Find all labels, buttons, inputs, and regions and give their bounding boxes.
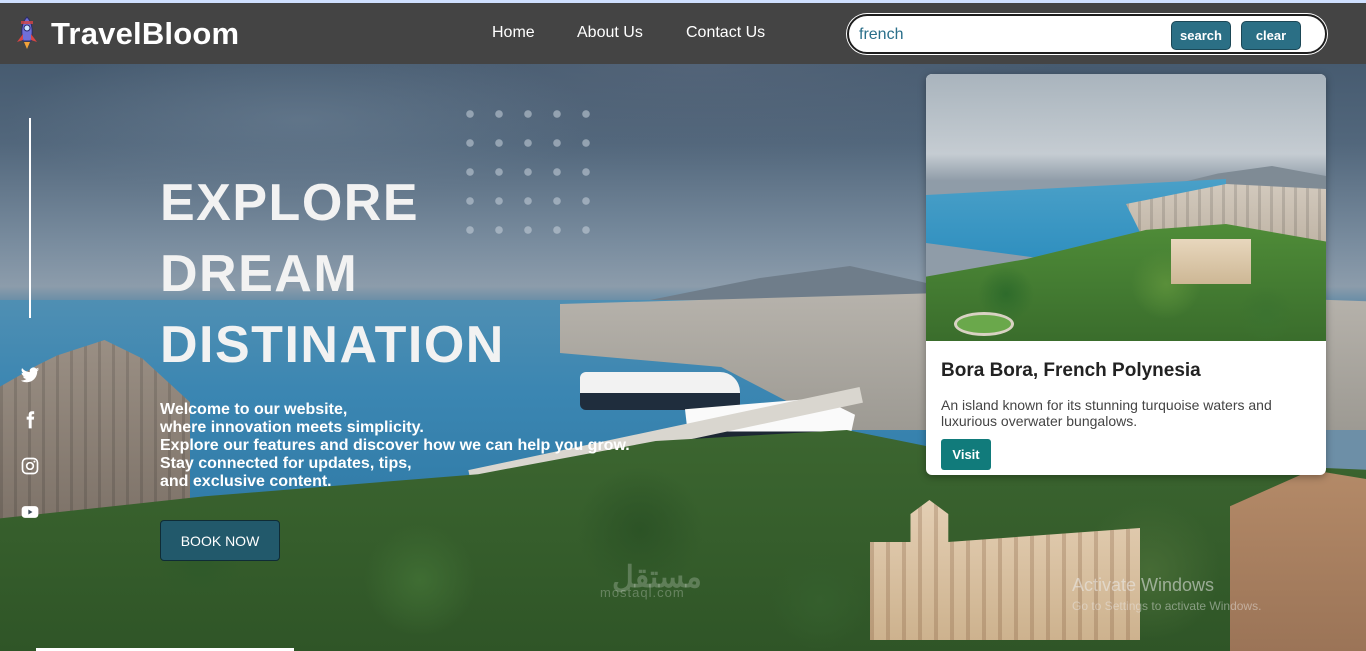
nav-about-link[interactable]: About Us: [577, 24, 643, 42]
destination-result-card: Bora Bora, French Polynesia An island kn…: [926, 74, 1326, 475]
book-now-button[interactable]: BOOK NOW: [160, 520, 280, 561]
nav-contact-link[interactable]: Contact Us: [686, 24, 765, 42]
hero-subtitle-line: Welcome to our website,: [160, 401, 348, 418]
hero-title-line: EXPLORE: [160, 174, 419, 232]
instagram-icon[interactable]: [20, 456, 40, 476]
hero-title-line: DREAM: [160, 245, 359, 303]
destination-title: Bora Bora, French Polynesia: [941, 360, 1201, 381]
clear-button[interactable]: clear: [1241, 21, 1301, 50]
destination-description: An island known for its stunning turquoi…: [941, 397, 1272, 429]
hero-subtitle-line: and exclusive content.: [160, 473, 332, 490]
social-divider-line: [29, 118, 31, 318]
rocket-icon: [17, 16, 37, 49]
mostaql-watermark: mostaql.com: [600, 585, 685, 600]
twitter-icon[interactable]: [20, 365, 40, 385]
facebook-icon[interactable]: [20, 410, 40, 430]
activate-windows-title: Activate Windows: [1072, 575, 1215, 595]
nav-home-link[interactable]: Home: [492, 24, 535, 42]
hero-subtitle-line: where innovation meets simplicity.: [160, 419, 424, 436]
youtube-icon[interactable]: [20, 502, 40, 522]
search-button[interactable]: search: [1171, 21, 1231, 50]
hero-subtitle-line: Stay connected for updates, tips,: [160, 455, 412, 472]
navbar: TravelBloom Home About Us Contact Us sea…: [0, 3, 1366, 64]
hero-title: EXPLORE DREAM DISTINATION: [160, 168, 505, 381]
destination-image: [926, 74, 1326, 341]
visit-button[interactable]: Visit: [941, 439, 991, 470]
card-image-roundabout: [954, 312, 1014, 336]
search-input[interactable]: [859, 22, 1159, 48]
hero-title-line: DISTINATION: [160, 316, 505, 374]
hero-subtitle: Welcome to our website, where innovation…: [160, 401, 680, 491]
card-image-building: [1171, 239, 1251, 284]
search-bar: search clear: [847, 14, 1327, 54]
fortress: [1230, 470, 1366, 651]
hero-subtitle-line: Explore our features and discover how we…: [160, 437, 630, 454]
brand-name[interactable]: TravelBloom: [51, 16, 239, 52]
activate-windows-subtitle: Go to Settings to activate Windows.: [1072, 599, 1262, 613]
